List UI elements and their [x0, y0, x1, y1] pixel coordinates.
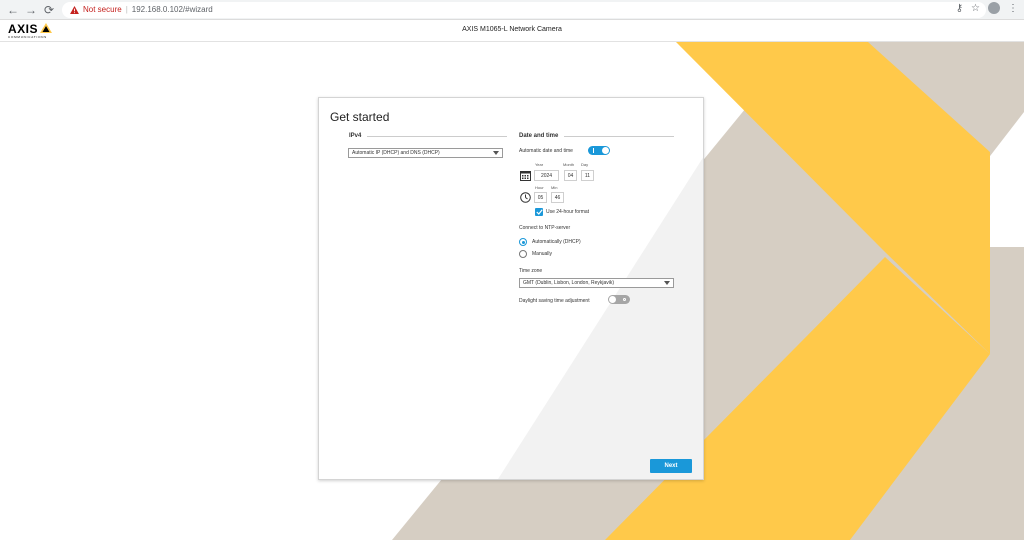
arrow-left-icon[interactable]: ← — [4, 1, 22, 19]
menu-icon[interactable]: ⋮ — [1008, 3, 1018, 14]
month-field[interactable]: 04 — [564, 170, 577, 181]
ipv4-heading: IPv4 — [349, 133, 508, 139]
setup-wizard-card: Get started IPv4 Automatic IP (DHCP) and… — [318, 97, 704, 480]
dst-toggle[interactable] — [608, 295, 630, 304]
arrow-right-icon[interactable]: → — [22, 1, 40, 19]
year-label: Year — [535, 162, 544, 167]
day-label: Day — [581, 162, 589, 167]
wizard-title: Get started — [330, 110, 390, 124]
security-status: Not secure — [83, 5, 122, 14]
use-24-hour-checkbox[interactable] — [535, 208, 543, 216]
ntp-label: Connect to NTP-server — [519, 225, 571, 231]
year-field[interactable]: 2024 — [534, 170, 559, 181]
check-icon — [535, 209, 543, 215]
browser-toolbar: ← → ⟳ Not secure | 192.168.0.102/#wizard… — [0, 0, 1024, 20]
app-header: AXIS COMMUNICATIONS AXIS M1065-L Network… — [0, 20, 1024, 42]
time-zone-select[interactable]: GMT (Dublin, Lisbon, London, Reykjavik) — [519, 278, 674, 288]
date-time-heading: Date and time — [519, 133, 675, 139]
ntp-manual-label: Manually — [532, 251, 553, 257]
month-label: Month — [563, 162, 575, 167]
address-bar[interactable]: Not secure | 192.168.0.102/#wizard — [62, 1, 986, 18]
clock-icon — [520, 192, 531, 203]
calendar-icon — [520, 171, 531, 181]
time-zone-label: Time zone — [519, 268, 543, 274]
ntp-manual-radio[interactable] — [519, 250, 527, 258]
key-icon[interactable]: ⚷ — [956, 3, 963, 14]
next-button[interactable]: Next — [650, 459, 692, 473]
min-label: Min — [551, 185, 558, 190]
hour-label: Hour — [535, 185, 544, 190]
day-field[interactable]: 11 — [581, 170, 594, 181]
use-24-hour-label: Use 24-hour format — [546, 209, 590, 215]
dst-label: Daylight saving time adjustment — [519, 298, 590, 304]
min-field[interactable]: 46 — [551, 192, 564, 203]
star-icon[interactable]: ☆ — [971, 3, 980, 14]
auto-date-time-toggle[interactable] — [588, 146, 610, 155]
chevron-down-icon — [493, 151, 499, 155]
hour-field[interactable]: 05 — [534, 192, 547, 203]
ntp-auto-label: Automatically (DHCP) — [532, 239, 581, 245]
auto-date-time-label: Automatic date and time — [519, 148, 573, 154]
chevron-down-icon — [664, 281, 670, 285]
ntp-auto-radio[interactable] — [519, 238, 527, 246]
ipv4-mode-select[interactable]: Automatic IP (DHCP) and DNS (DHCP) — [348, 148, 503, 158]
profile-avatar-icon[interactable] — [988, 2, 1000, 14]
reload-icon[interactable]: ⟳ — [40, 1, 58, 19]
url-text: 192.168.0.102/#wizard — [131, 5, 213, 14]
page-title: AXIS M1065-L Network Camera — [462, 26, 562, 33]
warning-icon — [70, 5, 79, 14]
